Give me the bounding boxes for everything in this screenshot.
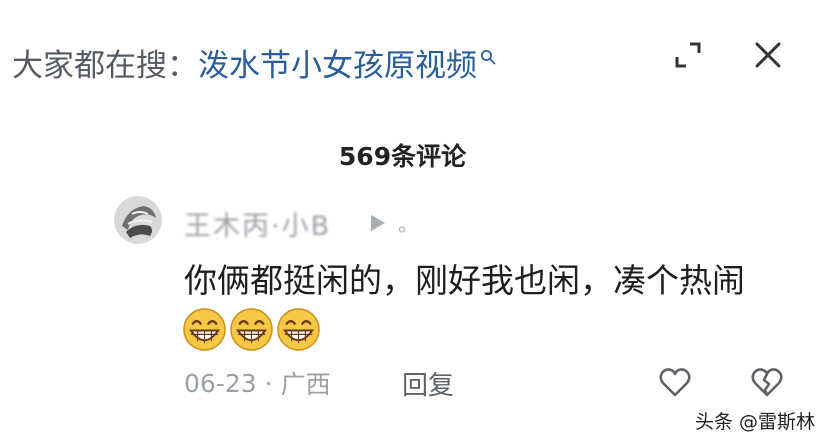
comments-panel: 大家都在搜： 泼水节小女孩原视频 569条评论 王木丙·小B 。 你俩都挺闲的，… (0, 0, 833, 444)
watermark: 头条 @雷斯林 (694, 411, 815, 433)
broken-heart-icon[interactable] (750, 365, 784, 399)
grin-emoji-icon (277, 308, 320, 351)
reply-button[interactable]: 回复 (402, 365, 454, 402)
heart-icon[interactable] (658, 365, 692, 399)
avatar[interactable] (114, 196, 162, 244)
comment-emojis (182, 307, 321, 352)
comment-location: 广西 (280, 370, 331, 399)
close-icon[interactable] (751, 38, 785, 72)
comment-text: 你俩都挺闲的，刚好我也闲，凑个热闹 (184, 261, 745, 300)
expand-icon[interactable] (671, 38, 705, 72)
comment-username[interactable]: 王木丙·小B (184, 204, 331, 243)
search-icon[interactable] (480, 37, 496, 73)
user-badges: 。 (370, 208, 418, 237)
top-actions (671, 38, 785, 72)
grin-emoji-icon (230, 308, 273, 351)
comment-meta: 06-23 · 广西 (184, 365, 331, 401)
search-suggestion-bar[interactable]: 大家都在搜： 泼水节小女孩原视频 (12, 38, 496, 86)
comment-date: 06-23 (184, 368, 257, 398)
play-badge-icon (371, 214, 385, 231)
grin-emoji-icon (183, 308, 226, 351)
search-suggestion-prefix: 大家都在搜： (12, 47, 198, 84)
comment-count-title: 569条评论 (338, 142, 467, 171)
badge-mark: 。 (398, 212, 418, 236)
search-suggestion-query[interactable]: 泼水节小女孩原视频 (198, 40, 477, 85)
meta-separator: · (264, 368, 273, 398)
